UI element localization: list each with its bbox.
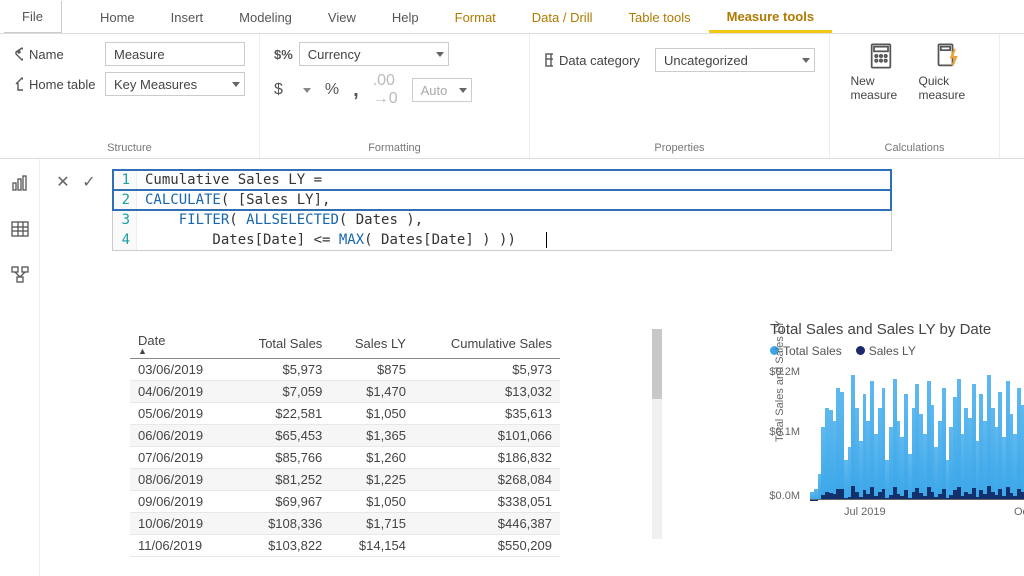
home-icon: [14, 76, 23, 92]
xtick: Oct 2: [1014, 506, 1024, 518]
home-table-label: Home table: [29, 77, 99, 92]
commit-formula-button[interactable]: ✓: [76, 169, 102, 195]
tab-format[interactable]: Format: [437, 2, 514, 31]
tab-measure-tools[interactable]: Measure tools: [709, 1, 832, 33]
ytick: $0.0M: [769, 490, 800, 502]
home-table-select[interactable]: Key Measures: [105, 72, 245, 96]
group-label-formatting: Formatting: [274, 138, 515, 156]
tab-data-drill[interactable]: Data / Drill: [514, 2, 611, 31]
ribbon-group-calculations: New measure Quick measure Calculations: [830, 34, 1000, 158]
view-rail: [0, 159, 40, 576]
legend-dot-ly: [856, 346, 865, 355]
xtick: Jul 2019: [844, 506, 886, 518]
category-icon: [544, 52, 553, 68]
ribbon: Name Measure Home table Key Measures Str…: [0, 34, 1024, 159]
table-row[interactable]: 06/06/2019$65,453$1,365$101,066: [130, 425, 560, 447]
tag-icon: [14, 46, 23, 62]
formula-editor[interactable]: 1Cumulative Sales LY = 2CALCULATE( [Sale…: [112, 169, 892, 251]
chart-legend: Total Sales Sales LY: [770, 344, 1024, 358]
group-label-structure: Structure: [14, 138, 245, 156]
chart-visual[interactable]: Total Sales and Sales LY by Date Total S…: [770, 321, 1024, 522]
ytick: $0.1M: [769, 426, 800, 438]
main-area: ✕ ✓ 1Cumulative Sales LY = 2CALCULATE( […: [0, 159, 1024, 576]
ribbon-group-formatting: $% Currency $ % , .00→0 Auto Formatting: [260, 34, 530, 158]
ribbon-group-structure: Name Measure Home table Key Measures Str…: [0, 34, 260, 158]
sort-asc-icon: ▲: [138, 348, 223, 354]
model-view-icon[interactable]: [10, 265, 30, 285]
ribbon-group-properties: Data category Uncategorized Properties: [530, 34, 830, 158]
data-category-select[interactable]: Uncategorized: [655, 48, 815, 72]
table-row[interactable]: 07/06/2019$85,766$1,260$186,832: [130, 447, 560, 469]
y-axis-label: Total Sales and Sales LY: [774, 321, 786, 442]
percent-button[interactable]: %: [325, 81, 339, 99]
format-select[interactable]: Currency: [299, 42, 449, 66]
scrollbar[interactable]: [652, 329, 662, 539]
table-row[interactable]: 03/06/2019$5,973$875$5,973: [130, 359, 560, 381]
table-row[interactable]: 10/06/2019$108,336$1,715$446,387: [130, 513, 560, 535]
group-label-calculations: Calculations: [844, 138, 985, 156]
cancel-formula-button[interactable]: ✕: [50, 169, 76, 195]
text-cursor-icon: [546, 232, 547, 248]
report-view-icon[interactable]: [10, 173, 30, 193]
tab-modeling[interactable]: Modeling: [221, 2, 310, 31]
table-visual[interactable]: Date▲ Total Sales Sales LY Cumulative Sa…: [130, 329, 560, 557]
chevron-down-icon: [802, 58, 810, 63]
decimals-icon[interactable]: .00→0: [373, 72, 398, 108]
table-row[interactable]: 05/06/2019$22,581$1,050$35,613: [130, 403, 560, 425]
tab-help[interactable]: Help: [374, 2, 437, 31]
name-input[interactable]: Measure: [105, 42, 245, 66]
chart-plot: Total Sales and Sales LY $0.2M $0.1M $0.…: [804, 362, 1024, 522]
name-label: Name: [29, 47, 99, 62]
comma-button[interactable]: ,: [353, 79, 359, 102]
tab-home[interactable]: Home: [82, 2, 153, 31]
calculator-icon: [867, 42, 895, 70]
tab-table-tools[interactable]: Table tools: [610, 2, 708, 31]
chevron-down-icon: [232, 82, 240, 87]
quick-measure-icon: [935, 42, 963, 70]
tab-insert[interactable]: Insert: [153, 2, 222, 31]
scrollbar-thumb[interactable]: [652, 329, 662, 399]
top-menu: File Home Insert Modeling View Help Form…: [0, 0, 1024, 34]
group-label-properties: Properties: [544, 138, 815, 156]
formula-bar: ✕ ✓ 1Cumulative Sales LY = 2CALCULATE( […: [40, 169, 1024, 251]
ytick: $0.2M: [769, 366, 800, 378]
chevron-down-icon[interactable]: [303, 88, 311, 93]
col-total-sales[interactable]: Total Sales: [231, 329, 330, 359]
chevron-down-icon: [436, 52, 444, 57]
table-row[interactable]: 08/06/2019$81,252$1,225$268,084: [130, 469, 560, 491]
format-dollar-icon: $%: [274, 47, 293, 62]
decimals-input[interactable]: Auto: [412, 78, 472, 102]
currency-button[interactable]: $: [274, 81, 283, 99]
table-row[interactable]: 11/06/2019$103,822$14,154$550,209: [130, 535, 560, 557]
data-category-label: Data category: [559, 53, 649, 68]
tab-file[interactable]: File: [4, 1, 62, 33]
col-cumulative[interactable]: Cumulative Sales: [414, 329, 560, 359]
col-date[interactable]: Date▲: [130, 329, 231, 359]
report-canvas: ✕ ✓ 1Cumulative Sales LY = 2CALCULATE( […: [40, 159, 1024, 576]
x-axis: [810, 499, 1024, 500]
col-sales-ly[interactable]: Sales LY: [330, 329, 414, 359]
chevron-down-icon: [459, 88, 467, 93]
table-row[interactable]: 04/06/2019$7,059$1,470$13,032: [130, 381, 560, 403]
chart-title: Total Sales and Sales LY by Date: [770, 321, 1024, 338]
tab-view[interactable]: View: [310, 2, 374, 31]
data-view-icon[interactable]: [10, 219, 30, 239]
quick-measure-button[interactable]: Quick measure: [919, 42, 979, 102]
table-row[interactable]: 09/06/2019$69,967$1,050$338,051: [130, 491, 560, 513]
new-measure-button[interactable]: New measure: [851, 42, 911, 102]
